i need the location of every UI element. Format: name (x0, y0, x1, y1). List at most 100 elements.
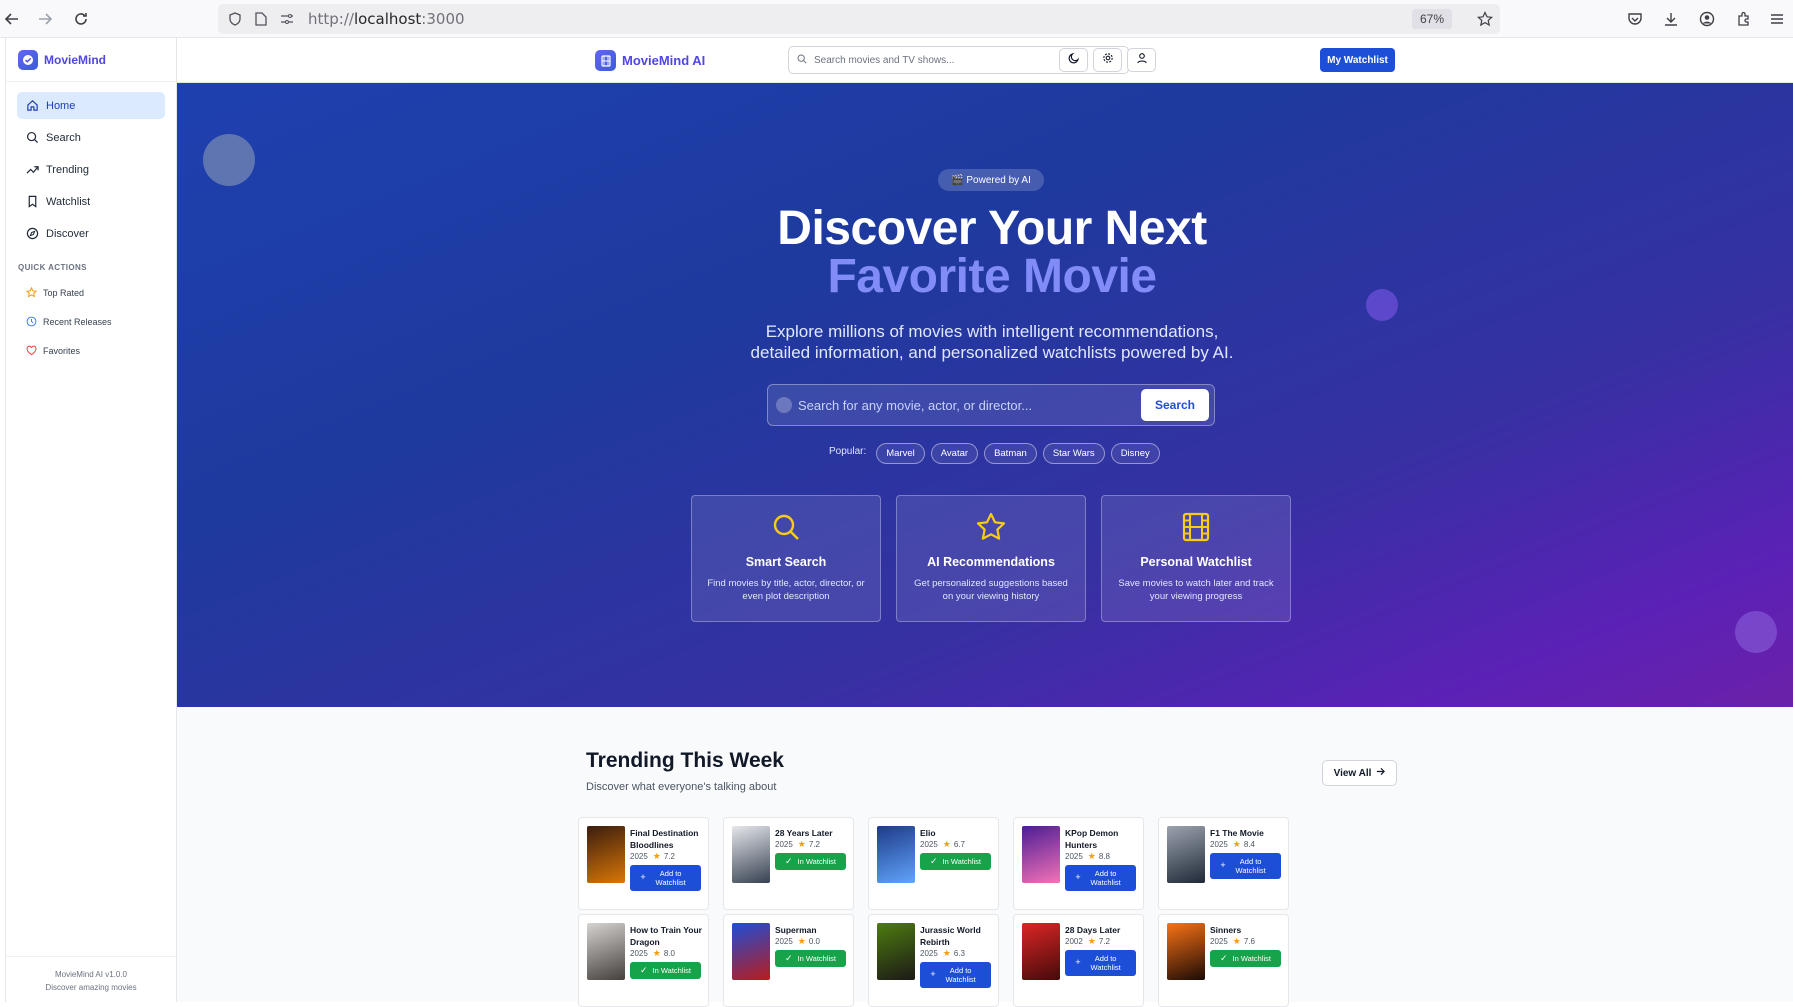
movie-card[interactable]: Sinners 2025 ★ 7.6 ✓ In Watchlist (1158, 914, 1289, 1007)
forward-icon[interactable] (33, 7, 57, 31)
movie-poster[interactable] (732, 826, 770, 883)
hero-search-box[interactable]: Search (767, 384, 1215, 426)
feature-title: AI Recommendations (927, 555, 1055, 569)
pocket-icon[interactable] (1624, 8, 1646, 30)
movie-card[interactable]: 28 Years Later 2025 ★ 7.2 ✓ In Watchlist (723, 817, 854, 910)
bookmark-star-icon[interactable] (1476, 10, 1494, 28)
movie-title[interactable]: Superman (775, 925, 851, 937)
my-watchlist-button[interactable]: My Watchlist (1320, 48, 1395, 72)
sidebar-item-trending[interactable]: Trending (17, 156, 165, 183)
sidebar-item-watchlist[interactable]: Watchlist (17, 188, 165, 215)
permissions-icon[interactable] (278, 10, 296, 28)
reload-icon[interactable] (69, 7, 93, 31)
quick-action-recent-releases[interactable]: Recent Releases (6, 309, 176, 334)
watchlist-button-label: Add to Watchlist (655, 868, 686, 888)
zoom-level[interactable]: 67% (1411, 9, 1452, 29)
header-brand[interactable]: MovieMind AI (595, 50, 705, 71)
movie-card[interactable]: Elio 2025 ★ 6.7 ✓ In Watchlist (868, 817, 999, 910)
shield-icon[interactable] (226, 10, 244, 28)
address-bar[interactable]: http://localhost:3000 67% (218, 4, 1500, 34)
movie-title[interactable]: Sinners (1210, 925, 1286, 937)
movie-title[interactable]: 28 Days Later (1065, 925, 1141, 937)
feature-card-smart-search[interactable]: Smart Search Find movies by title, actor… (691, 495, 881, 622)
star-icon: ★ (1087, 936, 1096, 946)
movie-card[interactable]: Final Destination Bloodlines 2025 ★ 7.2 + Add… (578, 817, 709, 910)
movie-card[interactable]: 28 Days Later 2002 ★ 7.2 + Add to Watchlist (1013, 914, 1144, 1007)
sidebar-item-label: Search (46, 131, 81, 144)
settings-button[interactable] (1093, 48, 1122, 72)
check-icon: ✓ (784, 952, 793, 963)
movie-card[interactable]: Superman 2025 ★ 0.0 ✓ In Watchlist (723, 914, 854, 1007)
popular-tag[interactable]: Star Wars (1042, 443, 1105, 464)
movie-year: 2025 (775, 937, 793, 946)
in-watchlist-button[interactable]: ✓ In Watchlist (630, 962, 701, 979)
movie-title[interactable]: Elio (920, 828, 996, 840)
movie-poster[interactable] (732, 923, 770, 980)
movie-poster[interactable] (877, 826, 915, 883)
movie-card[interactable]: Jurassic World Rebirth 2025 ★ 6.3 + Add to Wa… (868, 914, 999, 1007)
sidebar-item-label: Discover (46, 227, 89, 240)
sidebar-item-search[interactable]: Search (17, 124, 165, 151)
quick-action-top-rated[interactable]: Top Rated (6, 280, 176, 305)
movie-poster[interactable] (1022, 826, 1060, 883)
page-icon (252, 10, 270, 28)
view-all-button[interactable]: View All (1322, 760, 1397, 786)
app-version: MovieMind AI v1.0.0 (54, 970, 128, 979)
popular-tag[interactable]: Disney (1110, 443, 1160, 464)
theme-toggle-button[interactable] (1059, 48, 1088, 72)
movie-meta: 2025 ★ 8.0 (630, 948, 675, 959)
in-watchlist-button[interactable]: ✓ In Watchlist (775, 853, 846, 870)
movie-title[interactable]: KPop Demon Hunters (1065, 828, 1141, 851)
star-icon: ★ (652, 851, 661, 861)
movie-poster[interactable] (1167, 826, 1205, 883)
in-watchlist-button[interactable]: ✓ In Watchlist (1210, 950, 1281, 967)
movie-title[interactable]: How to Train Your Dragon (630, 925, 706, 948)
download-icon[interactable] (1660, 8, 1682, 30)
plus-icon: + (1075, 872, 1081, 883)
search-icon (776, 397, 792, 413)
hero-search-input[interactable] (798, 397, 1138, 413)
movie-poster[interactable] (1022, 923, 1060, 980)
movie-title[interactable]: Final Destination Bloodlines (630, 828, 706, 851)
movie-year: 2025 (1210, 840, 1228, 849)
movie-poster[interactable] (877, 923, 915, 980)
quick-action-favorites[interactable]: Favorites (6, 338, 176, 363)
sidebar-brand-name: MovieMind (44, 52, 106, 67)
movie-year: 2025 (920, 949, 938, 958)
extensions-icon[interactable] (1733, 8, 1755, 30)
movie-card[interactable]: How to Train Your Dragon 2025 ★ 8.0 ✓ In Watc… (578, 914, 709, 1007)
popular-tag[interactable]: Marvel (876, 443, 925, 464)
back-icon[interactable] (0, 7, 24, 31)
movie-card[interactable]: F1 The Movie 2025 ★ 8.4 + Add to Watchlist (1158, 817, 1289, 910)
add-to-watchlist-button[interactable]: + Add to Watchlist (1065, 950, 1136, 976)
hero-subtitle: Explore millions of movies with intellig… (177, 321, 1793, 363)
movie-title[interactable]: F1 The Movie (1210, 828, 1286, 840)
add-to-watchlist-button[interactable]: + Add to Watchlist (1210, 853, 1281, 879)
feature-card-ai-recommendations[interactable]: AI Recommendations Get personalized sugg… (896, 495, 1086, 622)
sidebar-brand[interactable]: MovieMind (6, 38, 176, 82)
quick-actions-title: QUICK ACTIONS (18, 263, 87, 272)
feature-description: Find movies by title, actor, director, o… (707, 578, 865, 602)
add-to-watchlist-button[interactable]: + Add to Watchlist (1065, 865, 1136, 891)
movie-title[interactable]: Jurassic World Rebirth (920, 925, 996, 948)
in-watchlist-button[interactable]: ✓ In Watchlist (920, 853, 991, 870)
account-icon[interactable] (1696, 8, 1718, 30)
sidebar-item-discover[interactable]: Discover (17, 220, 165, 247)
popular-tag[interactable]: Batman (984, 443, 1037, 464)
in-watchlist-button[interactable]: ✓ In Watchlist (775, 950, 846, 967)
movie-card[interactable]: KPop Demon Hunters 2025 ★ 8.8 + Add to Watchl… (1013, 817, 1144, 910)
movie-poster[interactable] (587, 826, 625, 883)
hero-search-button[interactable]: Search (1141, 389, 1209, 421)
add-to-watchlist-button[interactable]: + Add to Watchlist (920, 962, 991, 988)
sidebar-item-home[interactable]: Home (17, 92, 165, 119)
movie-poster[interactable] (1167, 923, 1205, 980)
add-to-watchlist-button[interactable]: + Add to Watchlist (630, 865, 701, 891)
movie-poster[interactable] (587, 923, 625, 980)
popular-tag[interactable]: Avatar (930, 443, 979, 464)
profile-button[interactable] (1127, 48, 1156, 72)
menu-icon[interactable] (1766, 8, 1788, 30)
feature-card-personal-watchlist[interactable]: Personal Watchlist Save movies to watch … (1101, 495, 1291, 622)
movie-meta: 2025 ★ 0.0 (775, 936, 820, 947)
movie-title[interactable]: 28 Years Later (775, 828, 851, 840)
film-logo-icon (595, 50, 616, 71)
